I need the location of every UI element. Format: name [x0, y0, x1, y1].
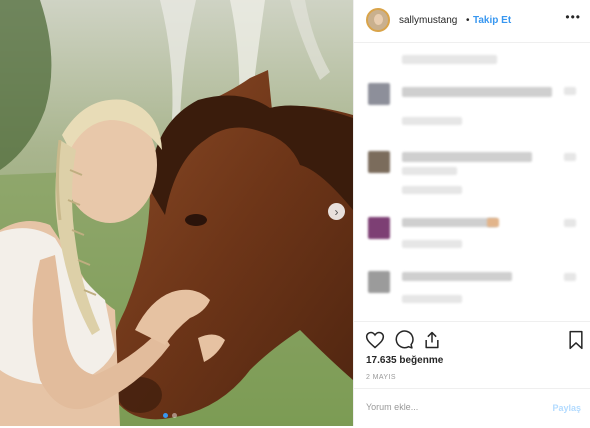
comment-bubble-icon[interactable] — [394, 330, 414, 350]
blurred-avatar — [368, 217, 390, 239]
blurred-text — [402, 152, 532, 162]
carousel-dot-2 — [172, 413, 177, 418]
post-header: sallymustang • Takip Et ••• — [354, 0, 590, 43]
post-date[interactable]: 2 MAYIS — [366, 374, 396, 381]
comments-list — [354, 43, 590, 321]
blurred-text — [402, 240, 462, 248]
more-options-icon[interactable]: ••• — [565, 10, 581, 24]
add-comment-form: Paylaş — [354, 388, 590, 428]
share-icon[interactable] — [422, 330, 442, 350]
post-actions: 17.635 beğenme 2 MAYIS Paylaş — [354, 321, 590, 427]
username-link[interactable]: sallymustang — [399, 15, 457, 26]
blurred-text — [402, 167, 457, 175]
blurred-text — [402, 218, 497, 227]
blurred-avatar — [368, 83, 390, 105]
blurred-text — [402, 87, 552, 97]
header-separator: • — [466, 15, 470, 26]
follow-button[interactable]: Takip Et — [473, 15, 511, 26]
blurred-text — [402, 55, 497, 64]
blurred-text — [402, 186, 462, 194]
blurred-like-icon — [564, 87, 576, 95]
instagram-post: › sallymustang • Takip Et ••• 17.635 beğ… — [0, 0, 590, 426]
blurred-text — [402, 272, 512, 281]
heart-icon[interactable] — [365, 330, 385, 350]
comment-input[interactable] — [366, 398, 526, 416]
bookmark-icon[interactable] — [566, 330, 586, 350]
blurred-text — [402, 117, 462, 125]
blurred-emoji — [487, 218, 499, 227]
blurred-text — [402, 295, 462, 303]
blurred-like-icon — [564, 273, 576, 281]
blurred-like-icon — [564, 153, 576, 161]
photo-illustration — [0, 0, 353, 426]
avatar[interactable] — [366, 8, 390, 32]
chevron-right-icon: › — [334, 204, 339, 219]
likes-count[interactable]: 17.635 beğenme — [366, 355, 443, 366]
post-comment-button[interactable]: Paylaş — [552, 403, 581, 413]
post-photo[interactable]: › — [0, 0, 353, 426]
blurred-avatar — [368, 271, 390, 293]
carousel-next-button[interactable]: › — [328, 203, 345, 220]
blurred-avatar — [368, 151, 390, 173]
carousel-dot-1 — [163, 413, 168, 418]
carousel-indicator — [163, 413, 177, 418]
blurred-like-icon — [564, 219, 576, 227]
post-side-panel: sallymustang • Takip Et ••• 17.635 beğen… — [353, 0, 590, 426]
